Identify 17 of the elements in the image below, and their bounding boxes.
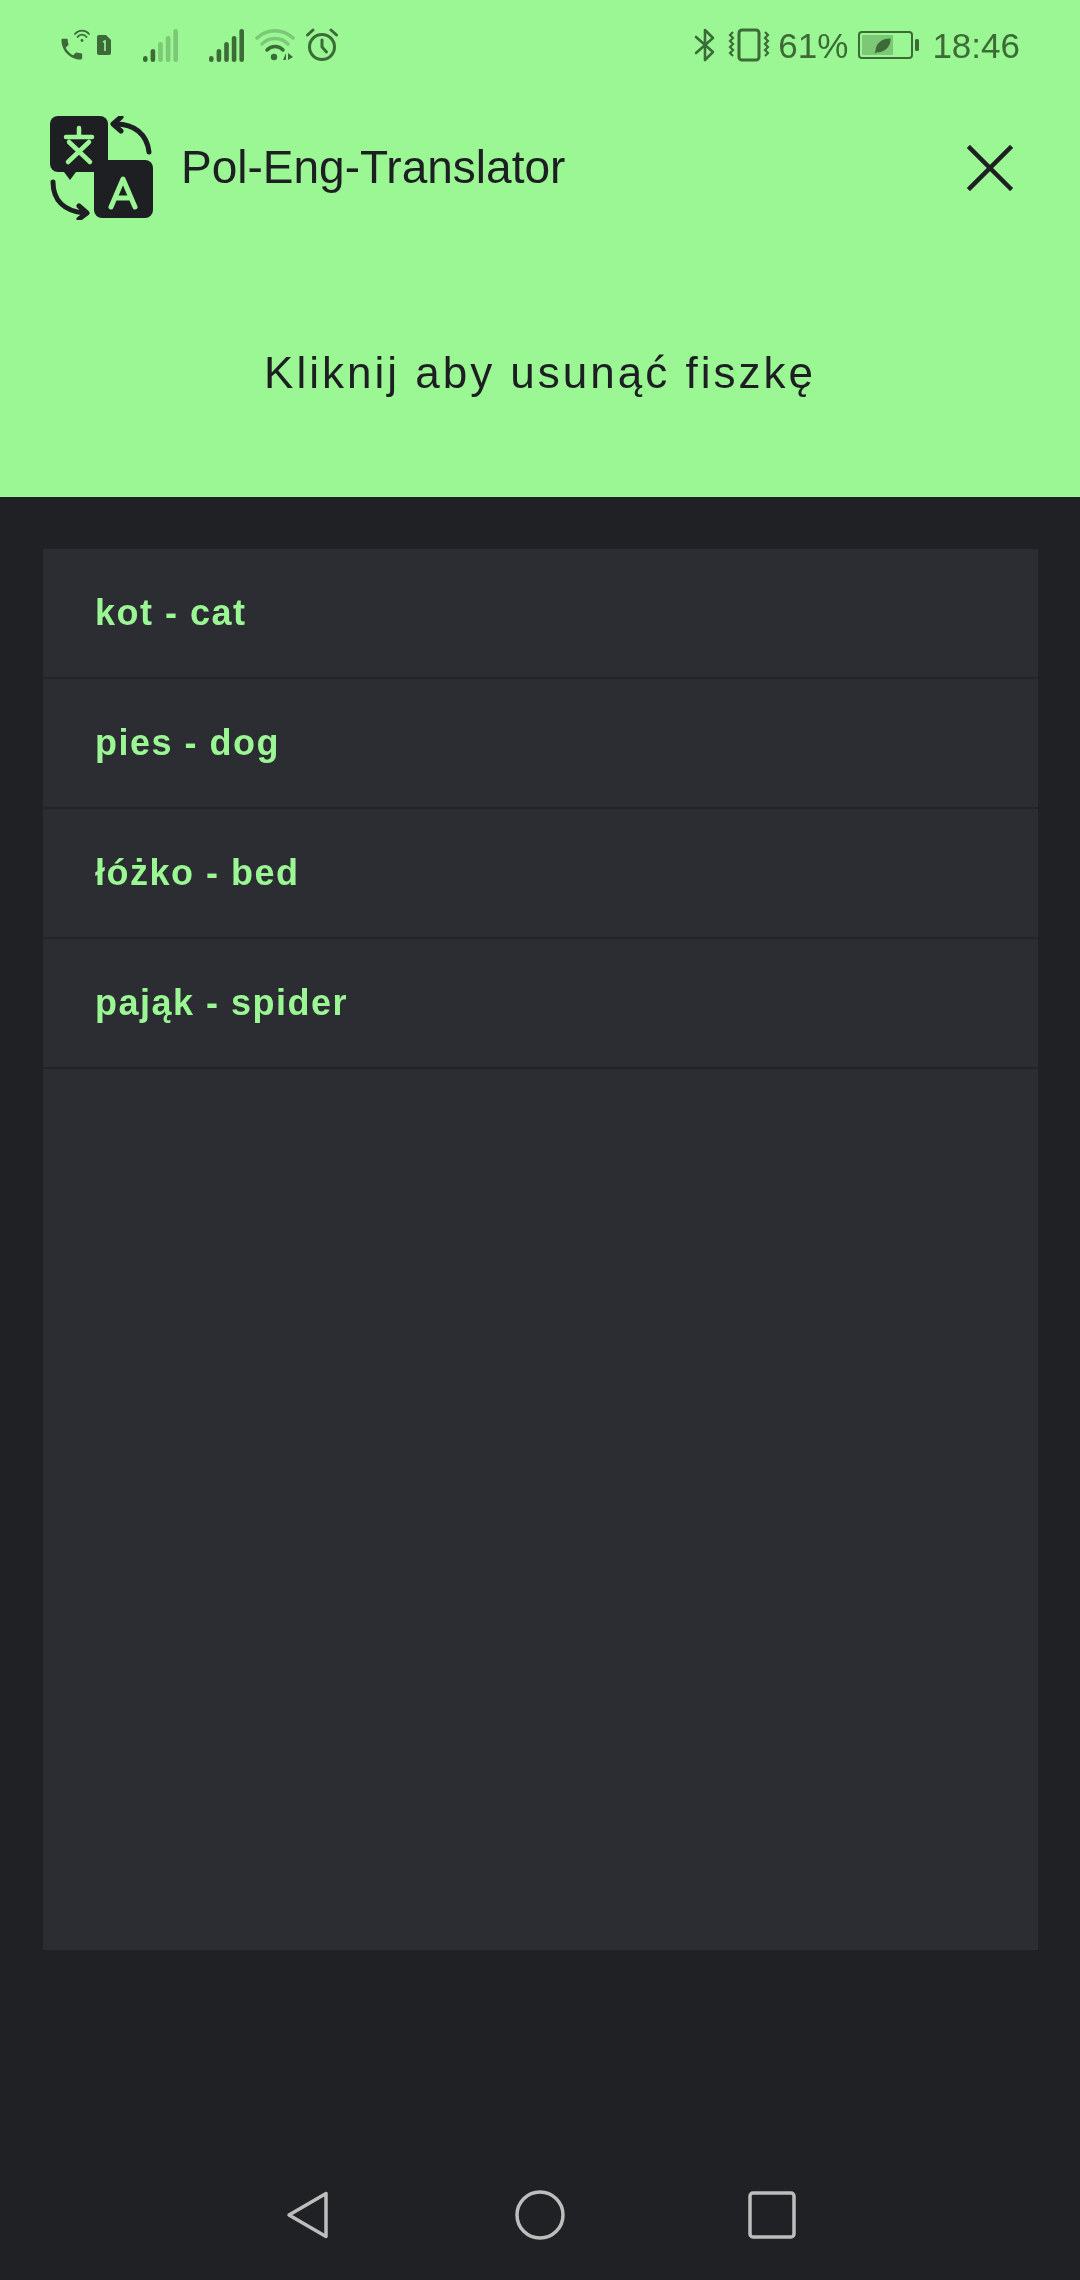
bluetooth-icon [694, 28, 717, 62]
close-icon [967, 144, 1013, 191]
recents-icon[interactable] [746, 2189, 798, 2241]
battery-percent: 61% [778, 27, 849, 63]
battery-icon [858, 30, 921, 60]
vibrate-icon [728, 28, 771, 62]
alarm-icon [305, 28, 339, 62]
sim-card-icon [97, 35, 111, 55]
home-icon[interactable] [514, 2189, 566, 2241]
translate-icon [50, 115, 154, 220]
instruction-text: Kliknij aby usunąć fiszkę [264, 346, 816, 399]
app-title: Pol-Eng-Translator [181, 139, 566, 195]
signal-icon [209, 28, 245, 62]
signal-icon [143, 28, 179, 62]
wifi-icon [255, 29, 295, 61]
clock-time: 18:46 [932, 27, 1020, 63]
wifi-call-icon [58, 29, 90, 61]
